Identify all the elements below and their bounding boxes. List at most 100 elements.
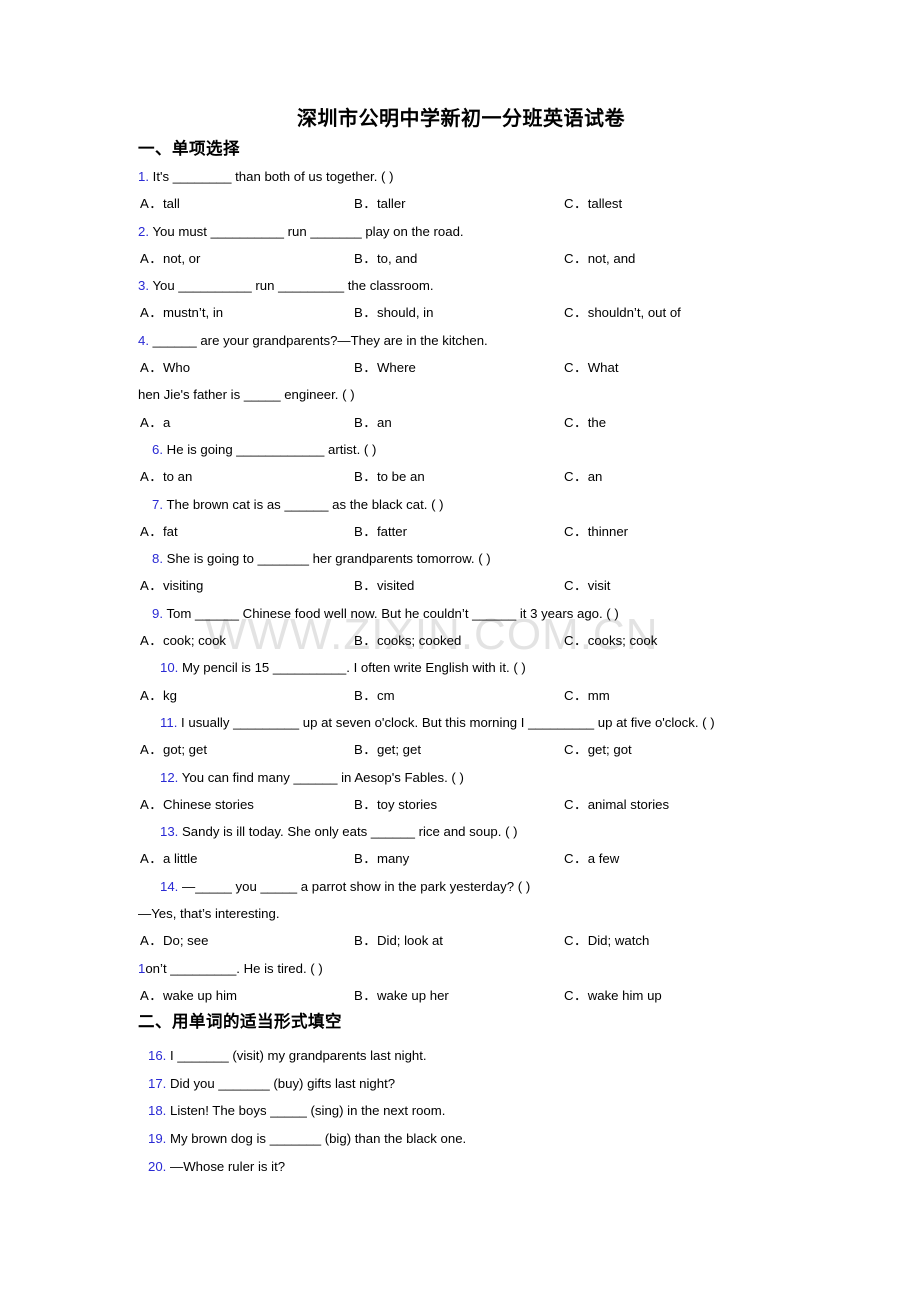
option-text: a little bbox=[162, 851, 198, 867]
option-c[interactable]: C．shouldn’t, out of bbox=[564, 299, 681, 326]
option-text: an bbox=[587, 469, 603, 485]
option-b[interactable]: B．to, and bbox=[354, 245, 417, 272]
option-b[interactable]: B．Did; look at bbox=[354, 927, 443, 954]
option-c[interactable]: C．Did; watch bbox=[564, 927, 649, 954]
option-text: to be an bbox=[376, 469, 425, 485]
option-b[interactable]: B．should, in bbox=[354, 299, 433, 326]
option-a[interactable]: A．got; get bbox=[140, 736, 207, 763]
question-text: It's ________ than both of us together. … bbox=[152, 169, 394, 184]
option-text: toy stories bbox=[376, 796, 438, 812]
exam-paper-page: WWW.ZIXIN.COM.CN 深圳市公明中学新初一分班英语试卷 一、单项选择… bbox=[0, 0, 920, 1302]
option-b[interactable]: B．toy stories bbox=[354, 791, 437, 818]
option-letter: A． bbox=[140, 933, 163, 949]
option-c[interactable]: C．visit bbox=[564, 572, 610, 599]
option-a[interactable]: A．tall bbox=[140, 190, 180, 217]
question-number: 9. bbox=[152, 605, 163, 621]
option-b[interactable]: B．wake up her bbox=[354, 982, 449, 1009]
option-a[interactable]: A．mustn’t, in bbox=[140, 299, 223, 326]
question-text: I _______ (visit) my grandparents last n… bbox=[170, 1048, 427, 1064]
option-letter: C． bbox=[564, 633, 588, 649]
question-number: 18. bbox=[148, 1103, 167, 1119]
option-a[interactable]: A．a little bbox=[140, 845, 197, 872]
option-b[interactable]: B．taller bbox=[354, 190, 406, 217]
option-letter: B． bbox=[354, 796, 377, 812]
option-text: not, and bbox=[587, 250, 636, 266]
option-text: a few bbox=[587, 851, 620, 867]
option-text: shouldn’t, out of bbox=[587, 305, 681, 321]
option-text: fat bbox=[162, 523, 178, 539]
option-text: an bbox=[376, 414, 392, 430]
option-a[interactable]: A．visiting bbox=[140, 572, 203, 599]
option-c[interactable]: C．wake him up bbox=[564, 982, 662, 1009]
option-c[interactable]: C．mm bbox=[564, 682, 610, 709]
option-row: A．fat B．fatter C．thinner bbox=[138, 518, 880, 545]
option-c[interactable]: C．the bbox=[564, 409, 606, 436]
option-letter: C． bbox=[564, 687, 588, 703]
option-text: wake up her bbox=[376, 987, 449, 1003]
option-b[interactable]: B．cm bbox=[354, 682, 395, 709]
option-text: Did; look at bbox=[376, 933, 443, 949]
option-letter: B． bbox=[354, 523, 377, 539]
option-c[interactable]: C．an bbox=[564, 463, 602, 490]
option-c[interactable]: C．cooks; cook bbox=[564, 627, 657, 654]
option-b[interactable]: B．many bbox=[354, 845, 409, 872]
option-a[interactable]: A．Chinese stories bbox=[140, 791, 254, 818]
section-heading-multiple-choice: 一、单项选择 bbox=[138, 139, 240, 158]
option-a[interactable]: A．kg bbox=[140, 682, 177, 709]
question-text: My brown dog is _______ (big) than the b… bbox=[170, 1130, 467, 1146]
option-a[interactable]: A．cook; cook bbox=[140, 627, 226, 654]
option-b[interactable]: B．visited bbox=[354, 572, 414, 599]
option-b[interactable]: B．to be an bbox=[354, 463, 425, 490]
option-b[interactable]: B．get; get bbox=[354, 736, 421, 763]
question-number: 13. bbox=[160, 824, 179, 840]
option-letter: B． bbox=[354, 578, 377, 594]
option-b[interactable]: B．Where bbox=[354, 354, 416, 381]
question-text: You can find many ______ in Aesop's Fabl… bbox=[181, 769, 464, 785]
option-text: visit bbox=[587, 578, 611, 594]
option-letter: C． bbox=[564, 250, 588, 266]
option-text: the bbox=[587, 414, 607, 430]
option-a[interactable]: A．not, or bbox=[140, 245, 200, 272]
question-stem: 8. She is going to _______ her grandpare… bbox=[138, 545, 880, 572]
option-letter: A． bbox=[140, 687, 163, 703]
option-letter: C． bbox=[564, 987, 588, 1003]
option-letter: C． bbox=[564, 469, 588, 485]
option-c[interactable]: C．get; got bbox=[564, 736, 632, 763]
question-stem: 3. You __________ run _________ the clas… bbox=[138, 272, 880, 299]
option-row: A．wake up him B．wake up her C．wake him u… bbox=[138, 982, 880, 1009]
option-c[interactable]: C．tallest bbox=[564, 190, 622, 217]
option-letter: B． bbox=[354, 987, 377, 1003]
option-letter: B． bbox=[354, 742, 377, 758]
question-number: 2. bbox=[138, 223, 149, 239]
option-c[interactable]: C．What bbox=[564, 354, 619, 381]
option-a[interactable]: A．wake up him bbox=[140, 982, 237, 1009]
option-letter: A． bbox=[140, 196, 163, 212]
question-text: He is going ____________ artist. ( ) bbox=[166, 441, 377, 457]
option-b[interactable]: B．fatter bbox=[354, 518, 407, 545]
option-a[interactable]: A．a bbox=[140, 409, 170, 436]
option-row: A．got; get B．get; get C．get; got bbox=[138, 736, 880, 763]
question-text: My pencil is 15 __________. I often writ… bbox=[182, 660, 526, 676]
option-b[interactable]: B．an bbox=[354, 409, 392, 436]
option-a[interactable]: A．to an bbox=[140, 463, 192, 490]
option-letter: C． bbox=[564, 742, 588, 758]
option-c[interactable]: C．not, and bbox=[564, 245, 635, 272]
option-letter: A． bbox=[140, 987, 163, 1003]
option-c[interactable]: C．animal stories bbox=[564, 791, 669, 818]
question-text: Listen! The boys _____ (sing) in the nex… bbox=[170, 1103, 446, 1119]
option-a[interactable]: A．Who bbox=[140, 354, 190, 381]
option-a[interactable]: A．Do; see bbox=[140, 927, 208, 954]
question-text-line2: —Yes, that’s interesting. bbox=[138, 906, 280, 922]
option-text: to an bbox=[162, 469, 193, 485]
question-stem: 10. My pencil is 15 __________. I often … bbox=[138, 654, 880, 681]
question-text: You must __________ run _______ play on … bbox=[152, 223, 464, 239]
option-row: A．tall B．taller C．tallest bbox=[138, 190, 880, 217]
option-a[interactable]: A．fat bbox=[140, 518, 178, 545]
option-letter: A． bbox=[140, 469, 163, 485]
option-text: should, in bbox=[376, 305, 434, 321]
option-c[interactable]: C．thinner bbox=[564, 518, 628, 545]
option-text: Chinese stories bbox=[162, 796, 254, 812]
option-b[interactable]: B．cooks; cooked bbox=[354, 627, 461, 654]
option-c[interactable]: C．a few bbox=[564, 845, 619, 872]
option-text: wake up him bbox=[162, 987, 238, 1003]
